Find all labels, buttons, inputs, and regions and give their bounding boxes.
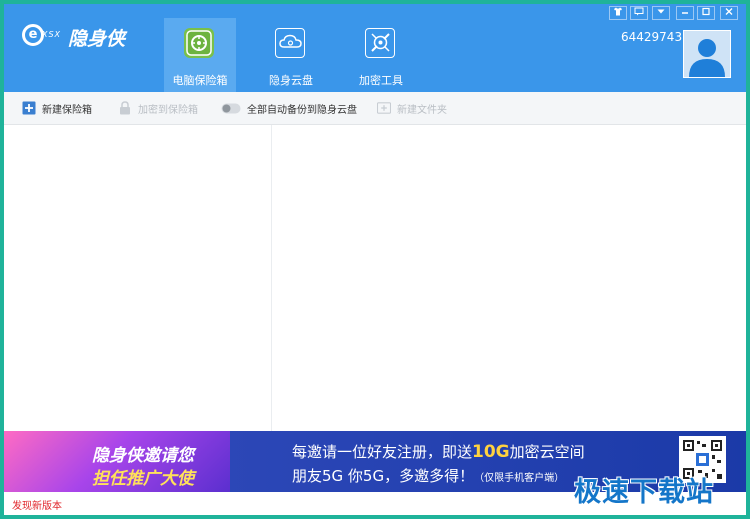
banner-offer-text: 每邀请一位好友注册，即送 [292, 443, 473, 461]
minimize-icon[interactable] [676, 6, 694, 20]
lock-icon [118, 101, 132, 115]
add-folder-icon [377, 101, 391, 115]
safe-list-pane[interactable] [4, 125, 272, 431]
encrypt-to-safe-button[interactable]: 加密到保险箱 [118, 92, 198, 124]
auto-backup-toggle[interactable]: 全部自动备份到隐身云盘 [221, 92, 357, 124]
banner-reward-text: 朋友5G 你5G，多邀多得！ [292, 467, 475, 485]
file-content-pane[interactable] [272, 125, 746, 431]
banner-reward-line: 朋友5G 你5G，多邀多得！（仅限手机客户端） [292, 465, 564, 486]
tab-stealth-cloud[interactable]: 隐身云盘 [255, 18, 327, 92]
app-window: e XSX 隐身侠 电脑保险箱 隐身云盘 加密工具 64429743 新建保险箱… [4, 4, 746, 515]
logo-name: 隐身侠 [68, 28, 126, 50]
menu-icon[interactable] [652, 6, 670, 20]
auto-backup-label: 全部自动备份到隐身云盘 [247, 104, 357, 116]
toggle-switch-icon [221, 101, 241, 115]
new-safe-label: 新建保险箱 [42, 104, 92, 116]
close-icon[interactable] [720, 6, 738, 20]
encrypt-to-safe-label: 加密到保险箱 [138, 104, 198, 116]
message-icon[interactable] [630, 6, 648, 20]
user-avatar-icon[interactable] [683, 30, 731, 78]
banner-offer-line: 每邀请一位好友注册，即送10G加密云空间 [292, 441, 585, 462]
tab-encrypt-tools[interactable]: 加密工具 [345, 18, 417, 92]
banner-reward-note: （仅限手机客户端） [474, 473, 565, 484]
safe-icon [184, 28, 214, 58]
skin-icon[interactable] [609, 6, 627, 20]
cloud-icon [275, 28, 305, 58]
logo-sub: XSX [42, 30, 62, 39]
tools-icon [365, 28, 395, 58]
toolbar: 新建保险箱 加密到保险箱 全部自动备份到隐身云盘 新建文件夹 [4, 92, 746, 125]
account-id: 64429743 [621, 30, 683, 44]
tab-label: 加密工具 [359, 74, 403, 87]
new-folder-label: 新建文件夹 [397, 104, 447, 116]
header-bar: e XSX 隐身侠 电脑保险箱 隐身云盘 加密工具 64429743 [4, 4, 746, 92]
banner-offer-suffix: 加密云空间 [509, 443, 585, 461]
banner-promo-title: 隐身侠邀请您 [92, 446, 194, 466]
update-available-link[interactable]: 发现新版本 [12, 497, 62, 512]
site-watermark: 极速下载站 [574, 477, 714, 508]
maximize-icon[interactable] [697, 6, 715, 20]
banner-promo-subtitle: 担任推广大使 [92, 469, 194, 489]
banner-offer-highlight: 10G [472, 442, 510, 462]
logo-mark: e [22, 24, 44, 46]
tab-label: 电脑保险箱 [172, 74, 228, 87]
plus-icon [22, 101, 36, 115]
new-folder-button[interactable]: 新建文件夹 [377, 92, 447, 124]
new-safe-button[interactable]: 新建保险箱 [22, 92, 92, 124]
tab-computer-safe[interactable]: 电脑保险箱 [164, 18, 236, 92]
tab-label: 隐身云盘 [269, 74, 313, 87]
